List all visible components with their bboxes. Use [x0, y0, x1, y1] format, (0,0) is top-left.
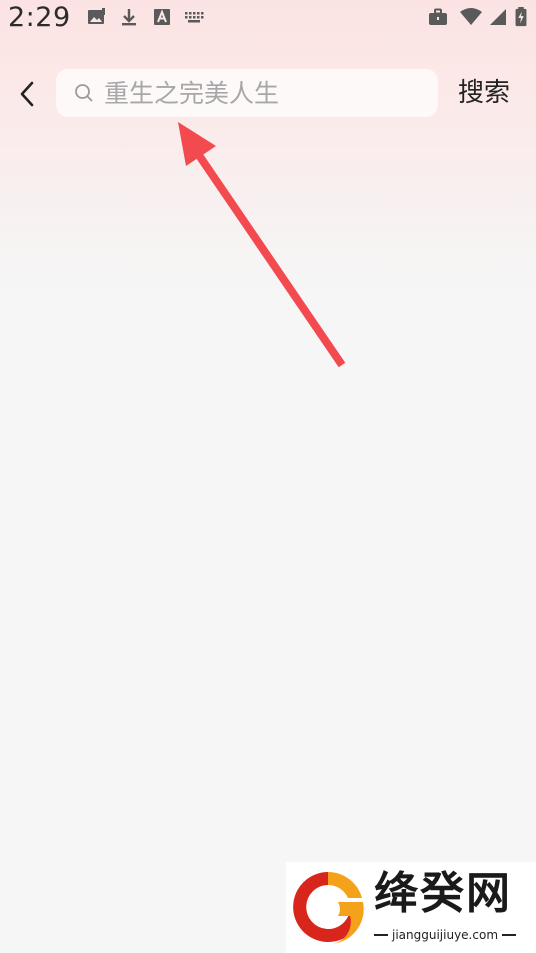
download-icon	[122, 9, 136, 26]
watermark-domain: jiangguijiuye.com	[374, 928, 524, 942]
status-bar: 2:29	[0, 0, 536, 36]
font-a-icon	[154, 9, 170, 25]
watermark-dash-right	[502, 934, 517, 936]
briefcase-icon	[429, 8, 447, 25]
wifi-icon	[460, 8, 482, 25]
annotation-arrow	[178, 122, 346, 368]
back-button[interactable]	[10, 76, 44, 112]
image-icon	[88, 8, 105, 24]
search-button[interactable]: 搜索	[458, 72, 510, 114]
cellular-signal-icon	[490, 9, 506, 25]
chevron-left-icon	[20, 81, 34, 107]
watermark-logo-icon	[293, 871, 364, 944]
status-time: 2:29	[8, 2, 71, 33]
keyboard-icon	[185, 12, 204, 23]
watermark-domain-text: jiangguijiuye.com	[392, 928, 499, 942]
search-icon	[75, 84, 93, 102]
watermark-dash-left	[374, 934, 388, 936]
watermark: 绛癸网 jiangguijiuye.com	[286, 862, 536, 953]
watermark-title: 绛癸网	[374, 868, 512, 919]
search-page: 2:29 重生之完美人生 搜索 绛癸网 jiangguijiuye.com	[0, 0, 536, 953]
battery-charging-icon	[515, 7, 527, 27]
